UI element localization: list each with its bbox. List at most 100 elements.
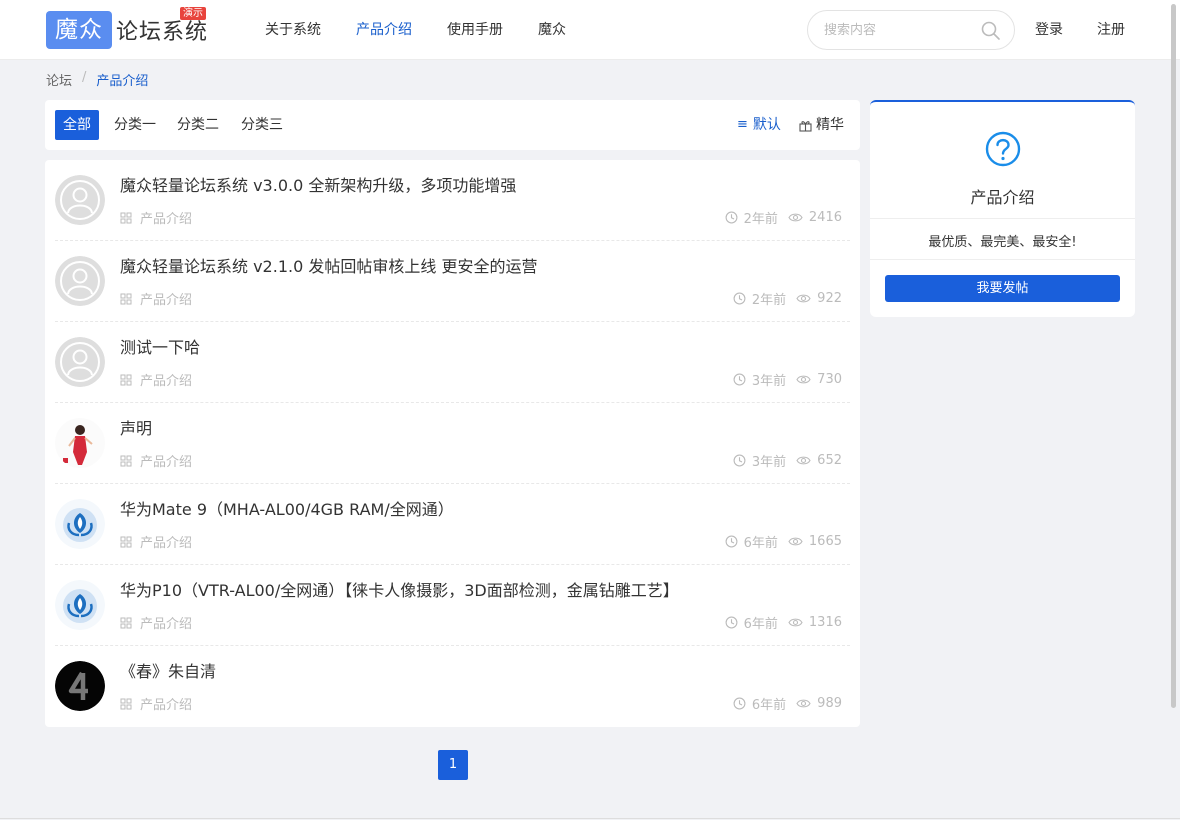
post-time-label: 2年前 [743, 212, 778, 227]
post-time: 6年前 [725, 613, 778, 632]
featured-icon [799, 120, 812, 132]
post-title[interactable]: 《春》朱自清 [120, 658, 216, 682]
post-category[interactable]: 产品介绍 [120, 370, 192, 389]
post-category[interactable]: 产品介绍 [120, 451, 192, 470]
eye-icon [796, 293, 814, 304]
post-time: 2年前 [733, 289, 786, 308]
post-title[interactable]: 测试一下哈 [120, 334, 200, 358]
tab-category-1[interactable]: 分类一 [106, 110, 164, 140]
post-category-label: 产品介绍 [140, 698, 193, 713]
tab-all[interactable]: 全部 [55, 110, 99, 140]
post-views: 2416 [788, 210, 842, 225]
author-avatar[interactable] [55, 337, 105, 387]
post-time-label: 3年前 [751, 455, 787, 470]
post-views-count: 730 [817, 372, 842, 387]
footer-divider [0, 818, 1180, 819]
sort-default-label: 默认 [752, 117, 781, 133]
post-time-label: 2年前 [751, 293, 787, 308]
new-post-button[interactable]: 我要发帖 [885, 275, 1120, 302]
clock-icon [725, 535, 741, 548]
post-time-label: 3年前 [751, 374, 787, 389]
page-scrollbar[interactable] [1171, 4, 1176, 708]
sort-featured[interactable]: 精华 [799, 110, 844, 140]
post-title[interactable]: 魔众轻量论坛系统 v2.1.0 发帖回帖审核上线 更安全的运营 [120, 253, 537, 277]
post-category[interactable]: 产品介绍 [120, 289, 192, 308]
post-views-count: 989 [817, 696, 842, 711]
clock-icon [733, 697, 749, 710]
author-avatar[interactable] [55, 256, 105, 306]
author-avatar[interactable] [55, 580, 105, 630]
eye-icon [788, 617, 806, 628]
author-avatar[interactable] [55, 661, 105, 711]
post-list: 魔众轻量论坛系统 v3.0.0 全新架构升级，多项功能增强产品介绍 2年前 2416… [45, 160, 860, 727]
category-grid-icon [120, 617, 136, 629]
post-category[interactable]: 产品介绍 [120, 694, 192, 713]
post-title[interactable]: 声明 [120, 415, 152, 439]
breadcrumb-current[interactable]: 产品介绍 [96, 70, 148, 89]
nav-item-about[interactable]: 关于系统 [265, 0, 321, 60]
category-grid-icon [120, 536, 136, 548]
login-link[interactable]: 登录 [1035, 0, 1063, 60]
post-views-count: 2416 [808, 210, 842, 225]
logo[interactable]: 魔众 论坛系统 演示 [46, 7, 208, 49]
register-link[interactable]: 注册 [1097, 0, 1125, 60]
post-category-label: 产品介绍 [140, 455, 193, 470]
post-row: 声明产品介绍 3年前 652 [55, 403, 850, 484]
category-tabbar: 全部 分类一 分类二 分类三 ≡ 默认 精华 [45, 100, 860, 150]
post-views-count: 1316 [808, 615, 842, 630]
post-category[interactable]: 产品介绍 [120, 613, 192, 632]
post-category-label: 产品介绍 [140, 212, 193, 227]
clock-icon [733, 454, 749, 467]
post-time: 3年前 [733, 370, 786, 389]
post-time-label: 6年前 [743, 536, 778, 551]
post-time: 6年前 [733, 694, 786, 713]
post-meta: 3年前 652 [723, 451, 842, 470]
tab-category-3[interactable]: 分类三 [233, 110, 291, 140]
breadcrumb-separator: / [82, 70, 87, 85]
post-meta: 3年前 730 [723, 370, 842, 389]
nav-item-products[interactable]: 产品介绍 [356, 0, 412, 60]
top-header: 魔众 论坛系统 演示 关于系统 产品介绍 使用手册 魔众 登录 注册 [0, 0, 1180, 60]
post-views: 730 [796, 372, 842, 387]
post-title[interactable]: 魔众轻量论坛系统 v3.0.0 全新架构升级，多项功能增强 [120, 172, 516, 196]
category-grid-icon [120, 374, 136, 386]
post-meta: 6年前 1665 [715, 532, 842, 551]
author-avatar[interactable] [55, 499, 105, 549]
breadcrumb: 论坛 / 产品介绍 [46, 70, 148, 89]
eye-icon [796, 455, 814, 466]
sort-default[interactable]: ≡ 默认 [737, 110, 781, 140]
search-icon[interactable] [980, 20, 1002, 42]
pagination-page-1[interactable]: 1 [438, 750, 468, 780]
divider [870, 218, 1135, 219]
category-grid-icon [120, 293, 136, 305]
search-input[interactable] [824, 20, 974, 40]
nav-item-manual[interactable]: 使用手册 [447, 0, 503, 60]
sidebar-slogan: 最优质、最完美、最安全! [928, 235, 1077, 250]
post-views: 652 [796, 453, 842, 468]
post-title[interactable]: 华为Mate 9（MHA-AL00/4GB RAM/全网通） [120, 496, 454, 520]
post-category[interactable]: 产品介绍 [120, 532, 192, 551]
post-meta: 6年前 989 [723, 694, 842, 713]
clock-icon [733, 373, 749, 386]
question-circle-icon [985, 131, 1021, 167]
post-category-label: 产品介绍 [140, 293, 193, 308]
author-avatar[interactable] [55, 175, 105, 225]
breadcrumb-home[interactable]: 论坛 [46, 70, 72, 89]
post-views-count: 922 [817, 291, 842, 306]
eye-icon [796, 374, 814, 385]
post-meta: 2年前 922 [723, 289, 842, 308]
category-sidebar-card: 产品介绍 最优质、最完美、最安全! 我要发帖 [870, 100, 1135, 317]
post-views: 1665 [788, 534, 842, 549]
divider [870, 259, 1135, 260]
post-time-label: 6年前 [743, 617, 778, 632]
post-category[interactable]: 产品介绍 [120, 208, 192, 227]
post-row: 《春》朱自清产品介绍 6年前 989 [55, 646, 850, 727]
eye-icon [788, 212, 806, 223]
post-row: 华为Mate 9（MHA-AL00/4GB RAM/全网通） 产品介绍 6年前 166… [55, 484, 850, 565]
post-title[interactable]: 华为P10（VTR-AL00/全网通）【徕卡人像摄影，3D面部检测，金属钻雕工艺… [120, 577, 679, 601]
post-views: 922 [796, 291, 842, 306]
tab-category-2[interactable]: 分类二 [169, 110, 227, 140]
author-avatar[interactable] [55, 418, 105, 468]
post-views-count: 1665 [808, 534, 842, 549]
nav-item-mozhong[interactable]: 魔众 [538, 0, 566, 60]
